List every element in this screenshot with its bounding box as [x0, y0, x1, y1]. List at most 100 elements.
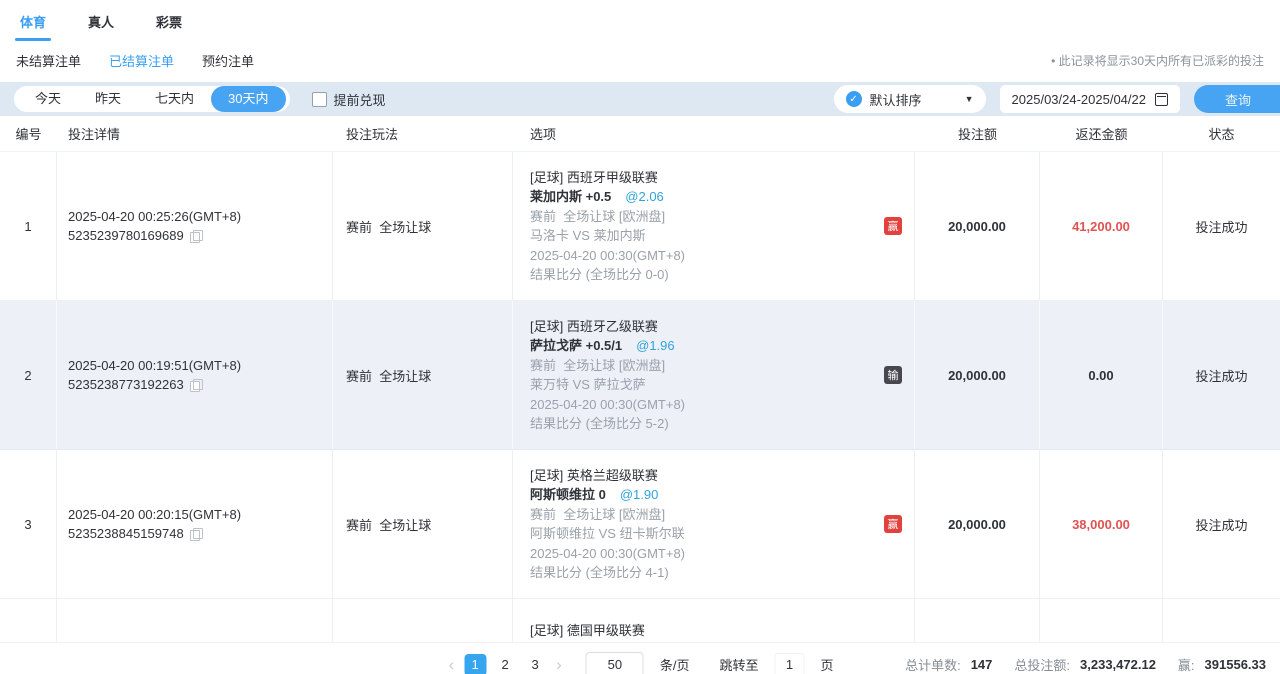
totals-summary: 总计单数: 147 总投注额: 3,233,472.12 赢: 391556.3…: [905, 655, 1266, 674]
odds-value: @2.06: [625, 189, 664, 204]
calendar-icon: [1155, 93, 1168, 106]
market-info: 赛前 全场让球 [欧洲盘]: [530, 207, 914, 227]
header-stake: 投注额: [915, 124, 1040, 143]
header-status: 状态: [1163, 124, 1280, 143]
per-page-unit: 条/页: [660, 655, 690, 674]
header-number: 编号: [0, 124, 57, 143]
early-cashout-label: 提前兑现: [334, 90, 386, 109]
league-name: [足球] 英格兰超级联赛: [530, 466, 914, 486]
result-score: 结果比分 (全场比分 5-2): [530, 414, 914, 434]
next-page-icon[interactable]: ›: [554, 656, 564, 673]
stake-amount: 20,000.00: [915, 219, 1039, 234]
chevron-down-icon: ▼: [965, 94, 974, 104]
match-teams: 马洛卡 VS 莱加内斯: [530, 226, 914, 246]
range-7days-button[interactable]: 七天内: [138, 86, 211, 112]
header-bet-type: 投注玩法: [333, 124, 513, 143]
jump-to-label: 跳转至: [719, 655, 758, 674]
table-row: [足球] 德国甲级联赛: [0, 599, 1280, 642]
market-info: 赛前 全场让球 [欧洲盘]: [530, 505, 914, 525]
copy-icon[interactable]: [190, 230, 201, 242]
result-score: 结果比分 (全场比分 4-1): [530, 563, 914, 583]
early-cashout-checkbox[interactable]: [312, 92, 327, 107]
match-time: 2025-04-20 00:30(GMT+8): [530, 395, 914, 415]
footer-bar: ‹ 1 2 3 › 条/页 跳转至 页 总计单数: 147 总投注额: 3,23…: [0, 642, 1280, 674]
tab-reserved-bets[interactable]: 预约注单: [202, 51, 254, 70]
total-win-value: 391556.33: [1205, 657, 1266, 672]
date-range-group: 今天 昨天 七天内 30天内: [14, 86, 290, 112]
range-yesterday-button[interactable]: 昨天: [78, 86, 138, 112]
check-circle-icon: ✓: [846, 91, 862, 107]
copy-icon[interactable]: [190, 528, 201, 540]
total-count-label: 总计单数:: [905, 655, 961, 674]
range-30days-button[interactable]: 30天内: [211, 86, 285, 112]
tab-unsettled-bets[interactable]: 未结算注单: [16, 51, 81, 70]
return-amount: 38,000.00: [1040, 517, 1162, 532]
header-bet-details: 投注详情: [57, 124, 333, 143]
jump-page-input[interactable]: [774, 653, 804, 674]
sort-label: 默认排序: [870, 90, 922, 109]
lose-badge: 输: [884, 366, 902, 384]
match-time: 2025-04-20 00:30(GMT+8): [530, 544, 914, 564]
range-today-button[interactable]: 今天: [18, 86, 78, 112]
selection-name: 萨拉戈萨 +0.5/1: [530, 338, 622, 353]
bet-time: 2025-04-20 00:25:26(GMT+8): [68, 207, 332, 226]
match-time: 2025-04-20 00:30(GMT+8): [530, 246, 914, 266]
league-name: [足球] 德国甲级联赛: [530, 621, 914, 641]
table-row: 1 2025-04-20 00:25:26(GMT+8) 52352397801…: [0, 152, 1280, 301]
return-amount: 0.00: [1040, 368, 1162, 383]
result-score: 结果比分 (全场比分 0-0): [530, 265, 914, 285]
copy-icon[interactable]: [190, 379, 201, 391]
header-return: 返还金额: [1040, 124, 1163, 143]
pagination: ‹ 1 2 3 › 条/页 跳转至 页: [447, 652, 834, 674]
query-button[interactable]: 查询: [1194, 85, 1280, 113]
page-3-button[interactable]: 3: [524, 654, 546, 674]
page-2-button[interactable]: 2: [494, 654, 516, 674]
row-number: 2: [0, 368, 56, 383]
jump-unit-label: 页: [820, 655, 833, 674]
bet-time: 2025-04-20 00:20:15(GMT+8): [68, 505, 332, 524]
date-range-picker[interactable]: 2025/03/24-2025/04/22: [1000, 85, 1180, 113]
match-teams: 莱万特 VS 萨拉戈萨: [530, 375, 914, 395]
filter-bar: 今天 昨天 七天内 30天内 提前兑现 ✓ 默认排序 ▼ 2025/03/24-…: [0, 82, 1280, 116]
tab-settled-bets[interactable]: 已结算注单: [109, 51, 174, 70]
stake-amount: 20,000.00: [915, 517, 1039, 532]
page-1-button[interactable]: 1: [464, 654, 486, 674]
bet-type: 赛前 全场让球: [346, 366, 512, 385]
table-row: 2 2025-04-20 00:19:51(GMT+8) 52352387731…: [0, 301, 1280, 450]
odds-value: @1.90: [620, 487, 659, 502]
table-header: 编号 投注详情 投注玩法 选项 投注额 返还金额 状态: [0, 116, 1280, 152]
bet-id: 5235239780169689: [68, 226, 184, 245]
per-page-input[interactable]: [586, 652, 644, 674]
sort-dropdown[interactable]: ✓ 默认排序 ▼: [834, 85, 986, 113]
bet-time: 2025-04-20 00:19:51(GMT+8): [68, 356, 332, 375]
date-range-value: 2025/03/24-2025/04/22: [1012, 92, 1146, 107]
tab-sports[interactable]: 体育: [16, 10, 50, 41]
bet-status: 投注成功: [1163, 217, 1280, 236]
total-stake-value: 3,233,472.12: [1080, 657, 1156, 672]
early-cashout-option[interactable]: 提前兑现: [312, 90, 386, 109]
selection-name: 莱加内斯 +0.5: [530, 189, 611, 204]
prev-page-icon[interactable]: ‹: [447, 656, 457, 673]
tab-live[interactable]: 真人: [84, 10, 118, 41]
bet-status: 投注成功: [1163, 366, 1280, 385]
bet-id: 5235238773192263: [68, 375, 184, 394]
sub-tabs: 未结算注单 已结算注单 预约注单: [16, 51, 254, 70]
table-row: 3 2025-04-20 00:20:15(GMT+8) 52352388451…: [0, 450, 1280, 599]
tab-lottery[interactable]: 彩票: [152, 10, 186, 41]
header-selection: 选项: [513, 124, 915, 143]
win-badge: 赢: [884, 515, 902, 533]
stake-amount: 20,000.00: [915, 368, 1039, 383]
selection-name: 阿斯顿维拉 0: [530, 487, 606, 502]
bet-status: 投注成功: [1163, 515, 1280, 534]
row-number: 3: [0, 517, 56, 532]
records-note: • 此记录将显示30天内所有已派彩的投注: [1051, 52, 1264, 69]
total-count-value: 147: [971, 657, 993, 672]
odds-value: @1.96: [636, 338, 675, 353]
bet-type: 赛前 全场让球: [346, 515, 512, 534]
league-name: [足球] 西班牙甲级联赛: [530, 168, 914, 188]
bet-type: 赛前 全场让球: [346, 217, 512, 236]
match-teams: 阿斯顿维拉 VS 纽卡斯尔联: [530, 524, 914, 544]
main-tabs: 体育 真人 彩票: [16, 10, 1264, 41]
top-bar: 体育 真人 彩票 未结算注单 已结算注单 预约注单 • 此记录将显示30天内所有…: [0, 0, 1280, 82]
table-body: 1 2025-04-20 00:25:26(GMT+8) 52352397801…: [0, 152, 1280, 642]
